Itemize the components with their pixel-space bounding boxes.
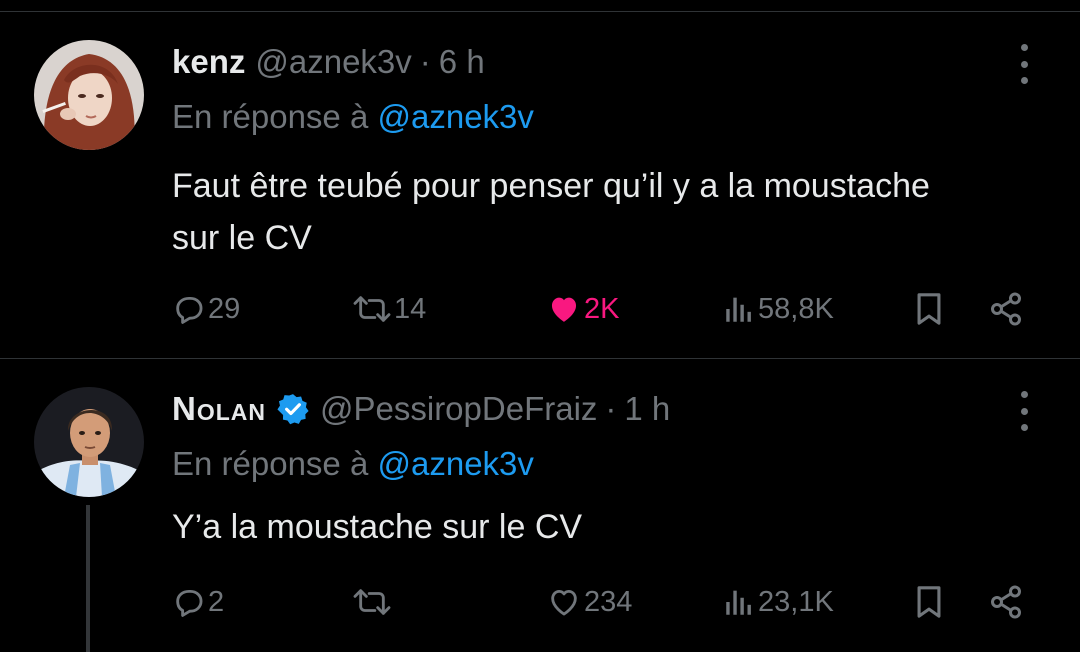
reply-icon bbox=[176, 589, 203, 617]
reply-button[interactable]: 29 bbox=[172, 284, 240, 334]
views-button[interactable]: 58,8K bbox=[722, 284, 834, 334]
views-icon bbox=[726, 590, 751, 615]
reply-mention-link[interactable]: @aznek3v bbox=[377, 98, 533, 135]
avatar[interactable] bbox=[34, 40, 144, 150]
share-button[interactable] bbox=[988, 284, 1024, 334]
timestamp[interactable]: 1 h bbox=[624, 390, 670, 428]
more-icon[interactable] bbox=[1012, 44, 1036, 84]
verified-badge-icon bbox=[276, 392, 310, 426]
tweet-text: Y’a la moustache sur le CV bbox=[172, 508, 583, 546]
tweet-kenz[interactable]: kenz @aznek3v · 6 h En réponse à @aznek3… bbox=[0, 12, 1080, 358]
views-count: 23,1K bbox=[758, 585, 834, 618]
like-button[interactable]: 2K bbox=[546, 284, 619, 334]
avatar[interactable] bbox=[34, 387, 144, 497]
bookmark-button[interactable] bbox=[912, 284, 946, 334]
reply-icon bbox=[176, 296, 203, 324]
share-icon bbox=[991, 292, 1021, 326]
thread-line bbox=[86, 505, 90, 652]
like-icon bbox=[551, 297, 577, 322]
reply-prefix: En réponse à bbox=[172, 445, 369, 482]
separator-dot: · bbox=[605, 390, 617, 427]
tweet-text: Faut être teubé pour penser qu’il y a la… bbox=[172, 167, 930, 257]
more-icon[interactable] bbox=[1012, 391, 1036, 431]
display-name[interactable]: Nolan bbox=[172, 390, 266, 428]
like-button[interactable]: 234 bbox=[546, 577, 632, 627]
action-bar: 2 234 23,1K bbox=[170, 577, 1040, 627]
timestamp[interactable]: 6 h bbox=[439, 43, 485, 81]
bookmark-icon bbox=[917, 293, 941, 325]
reply-mention-link[interactable]: @aznek3v bbox=[377, 445, 533, 482]
reply-count: 29 bbox=[208, 292, 241, 325]
tweet-header: Nolan @PessiropDeFraiz · 1 h bbox=[172, 387, 670, 431]
like-count: 234 bbox=[584, 585, 633, 618]
tweet-nolan[interactable]: Nolan @PessiropDeFraiz · 1 h En réponse … bbox=[0, 359, 1080, 652]
tweet-header: kenz @aznek3v · 6 h bbox=[172, 40, 485, 84]
reply-context: En réponse à @aznek3v bbox=[172, 98, 534, 136]
retweet-icon bbox=[353, 589, 391, 615]
bookmark-icon bbox=[917, 586, 941, 618]
reply-button[interactable]: 2 bbox=[172, 577, 224, 627]
user-handle[interactable]: @PessiropDeFraiz bbox=[320, 390, 597, 428]
top-border bbox=[0, 0, 1080, 12]
views-icon bbox=[726, 297, 751, 322]
views-button[interactable]: 23,1K bbox=[722, 577, 834, 627]
views-count: 58,8K bbox=[758, 292, 834, 325]
user-handle[interactable]: @aznek3v bbox=[255, 43, 411, 81]
display-name[interactable]: kenz bbox=[172, 43, 245, 81]
retweet-button[interactable]: 14 bbox=[352, 284, 426, 334]
retweet-button[interactable] bbox=[352, 577, 394, 627]
reply-prefix: En réponse à bbox=[172, 98, 369, 135]
reply-count: 2 bbox=[208, 585, 225, 618]
reply-context: En réponse à @aznek3v bbox=[172, 445, 534, 483]
retweet-count: 14 bbox=[394, 292, 427, 325]
separator-dot: · bbox=[419, 43, 431, 80]
like-count: 2K bbox=[584, 292, 620, 325]
share-button[interactable] bbox=[988, 577, 1024, 627]
bookmark-button[interactable] bbox=[912, 577, 946, 627]
share-icon bbox=[991, 585, 1021, 619]
action-bar: 29 14 2K 58,8K bbox=[170, 284, 1040, 334]
retweet-icon bbox=[353, 296, 391, 322]
like-icon bbox=[551, 589, 577, 616]
